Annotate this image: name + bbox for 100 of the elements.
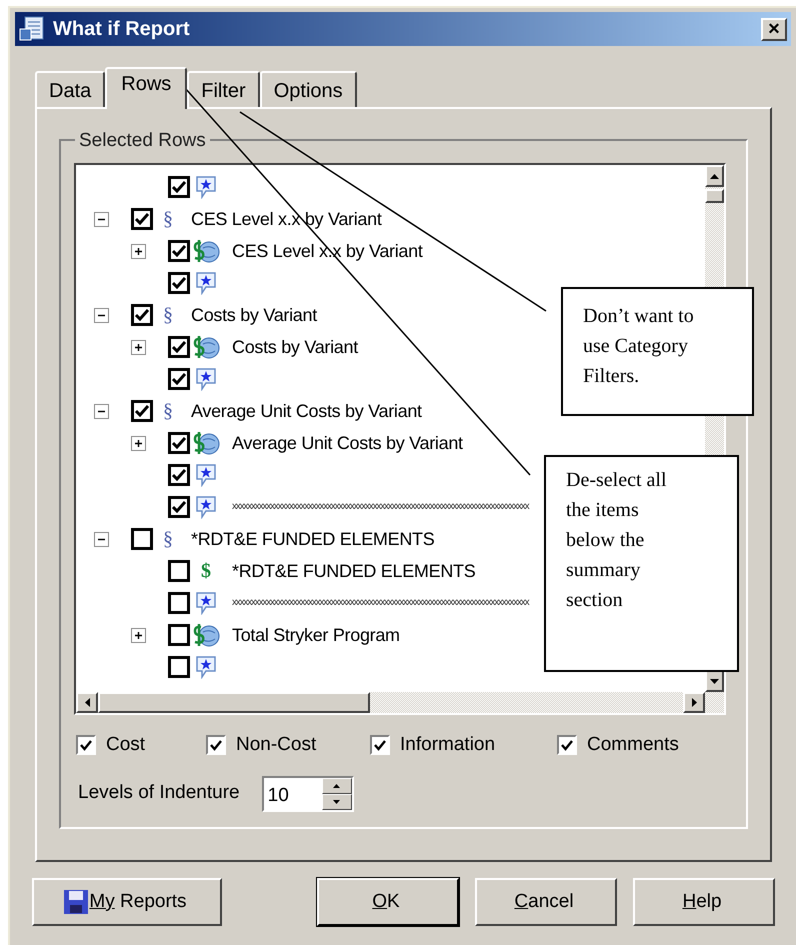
checkbox-label: Information [400, 733, 496, 757]
section-icon: § [163, 524, 181, 554]
checkmark-icon [80, 740, 92, 751]
up-arrow-icon [333, 784, 340, 788]
my-reports-button[interactable]: My Reports [32, 878, 222, 926]
checkbox-label: Cost [106, 733, 146, 757]
scroll-left-button[interactable] [76, 692, 98, 713]
checkbox[interactable] [168, 272, 190, 294]
checkbox[interactable] [557, 735, 577, 756]
tab[interactable]: Data [35, 71, 106, 107]
speech-bubble-icon [195, 655, 217, 679]
checkbox[interactable] [370, 735, 390, 756]
separator-comment: xxxxxxxxxxxxxxxxxxxxxxxxxxxxxxxxxxxxxxxxxxxxxxxxxxxxxxxxxxxxxxxxxxxxxxxxxxxxxx [232, 598, 528, 608]
checkbox-label: Non-Cost [236, 733, 316, 757]
checkbox[interactable] [131, 528, 153, 550]
window-title: What if Report [53, 17, 191, 42]
up-arrow-icon [710, 174, 719, 178]
left-arrow-icon [84, 698, 90, 707]
close-button[interactable]: × [761, 18, 787, 40]
checkbox[interactable] [168, 624, 190, 646]
collapse-toggle[interactable] [94, 212, 109, 226]
dialog-button[interactable]: Help [633, 878, 775, 926]
section-icon: § [163, 396, 181, 426]
plus-icon [134, 630, 143, 640]
checkbox[interactable] [168, 432, 190, 454]
checkbox[interactable] [168, 176, 190, 198]
callout-tooltip: Don’t want to use Category Filters. [561, 287, 754, 416]
checkmark-icon [135, 213, 149, 225]
checkbox[interactable] [76, 735, 96, 756]
checkmark-icon [135, 309, 149, 321]
checkmark-icon [172, 373, 186, 385]
section-icon: § [163, 300, 181, 330]
speech-bubble-icon [195, 271, 217, 295]
checkmark-icon [561, 740, 573, 751]
down-arrow-icon [710, 678, 719, 684]
scroll-down-button[interactable] [705, 670, 724, 692]
checkbox[interactable] [168, 560, 190, 582]
dollar-sign-icon: $ [191, 556, 221, 586]
plus-icon [134, 246, 143, 256]
checkmark-icon [374, 740, 386, 751]
checkmark-icon [172, 437, 186, 449]
number-spinner[interactable]: 10 [262, 776, 354, 812]
expand-toggle[interactable] [131, 628, 146, 642]
speech-bubble-icon [195, 591, 217, 615]
checkbox[interactable] [168, 496, 190, 518]
checkmark-icon [172, 181, 186, 193]
checkmark-icon [172, 469, 186, 481]
checkmark-icon [172, 501, 186, 513]
checkbox[interactable] [131, 400, 153, 422]
checkbox[interactable] [168, 336, 190, 358]
checkbox[interactable] [168, 464, 190, 486]
horizontal-scrollbar[interactable] [76, 692, 724, 713]
checkbox-label: Comments [587, 733, 679, 757]
spreadsheet-icon [19, 16, 45, 42]
row-label: *RDT&E FUNDED ELEMENTS [232, 560, 476, 582]
speech-bubble-icon [195, 367, 217, 391]
speech-bubble-icon [195, 463, 217, 487]
row-label: Average Unit Costs by Variant [232, 432, 463, 455]
checkbox[interactable] [131, 304, 153, 326]
collapse-toggle[interactable] [94, 404, 109, 418]
row-label: *RDT&E FUNDED ELEMENTS [191, 528, 434, 550]
checkbox[interactable] [168, 368, 190, 390]
separator-comment: xxxxxxxxxxxxxxxxxxxxxxxxxxxxxxxxxxxxxxxxxxxxxxxxxxxxxxxxxxxxxxxxxxxxxxxxxxxxxx [232, 502, 528, 512]
money-globe-icon [191, 335, 221, 359]
money-globe-icon [191, 623, 221, 647]
tab[interactable]: Rows [105, 67, 188, 109]
checkbox[interactable] [131, 208, 153, 230]
scroll-right-button[interactable] [683, 692, 705, 713]
checkbox[interactable] [206, 735, 226, 756]
dialog-button[interactable]: Cancel [475, 878, 617, 926]
checkmark-icon [135, 405, 149, 417]
checkmark-icon [172, 341, 186, 353]
checkbox[interactable] [168, 240, 190, 262]
checkmark-icon [172, 277, 186, 289]
row-label: Costs by Variant [191, 304, 317, 327]
scroll-thumb[interactable] [98, 692, 370, 713]
scroll-thumb[interactable] [705, 189, 724, 203]
row-label: Costs by Variant [232, 336, 358, 359]
tab[interactable]: Filter [187, 71, 260, 107]
checkbox[interactable] [168, 592, 190, 614]
plus-icon [134, 342, 143, 352]
right-arrow-icon [692, 698, 696, 707]
scroll-up-button[interactable] [705, 165, 724, 187]
checkmark-icon [210, 740, 222, 751]
collapse-toggle[interactable] [94, 308, 109, 322]
speech-bubble-icon [195, 175, 217, 199]
dialog-button[interactable]: OK [317, 878, 459, 926]
expand-toggle[interactable] [131, 436, 146, 450]
money-globe-icon [191, 239, 221, 263]
tab[interactable]: Options [260, 71, 357, 107]
expand-toggle[interactable] [131, 244, 146, 258]
row-label: CES Level x.x by Variant [191, 208, 382, 231]
expand-toggle[interactable] [131, 340, 146, 354]
collapse-toggle[interactable] [94, 532, 109, 546]
checkbox[interactable] [168, 656, 190, 678]
spin-down-button[interactable] [322, 794, 352, 810]
money-globe-icon [191, 431, 221, 455]
field-label: Levels of Indenture [78, 781, 240, 806]
checkmark-icon [172, 245, 186, 257]
spin-up-button[interactable] [322, 778, 352, 794]
